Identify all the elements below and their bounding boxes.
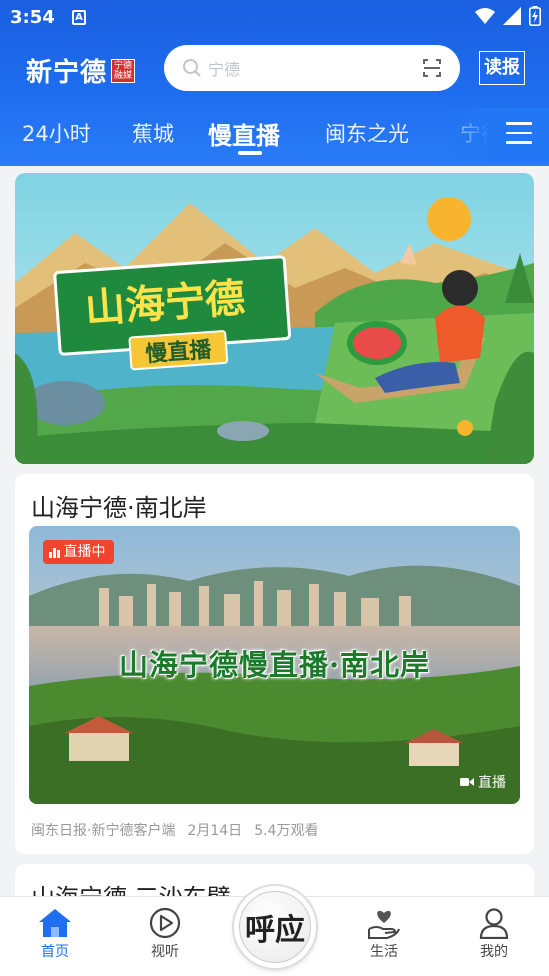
card-meta: 闽东日报·新宁德客户端 2月14日 5.4万观看 (31, 820, 318, 840)
video-thumbnail[interactable]: 直播中 山海宁德慢直播·南北岸 直播 (29, 526, 520, 804)
nav-home[interactable]: 首页 (20, 905, 90, 961)
live-badge-label: 直播中 (63, 544, 106, 560)
tab-24h[interactable]: 24小时 (22, 118, 91, 148)
nav-mine-label: 我的 (480, 944, 508, 960)
status-time: 3:54 (10, 7, 55, 28)
channel-menu-icon[interactable] (506, 122, 532, 144)
card-title[interactable]: 山海宁德·三沙东壁 (31, 878, 231, 896)
feed-area[interactable]: 山海宁德 慢直播 山海宁德·南北岸 直播中 山海宁德慢直播·南北岸 直播 闽东日… (0, 166, 549, 896)
scan-icon[interactable] (422, 58, 442, 78)
app-logo: 新宁德 宁德融媒 (26, 52, 136, 89)
status-bar: 3:54 A (0, 0, 549, 36)
video-type-badge: 直播 (460, 772, 506, 792)
nav-life[interactable]: 生活 (349, 905, 419, 961)
signal-icon (503, 7, 521, 25)
video-type-label: 直播 (478, 775, 506, 791)
notification-a-icon: A (72, 10, 86, 25)
nav-life-label: 生活 (370, 944, 398, 960)
active-tab-indicator (238, 151, 262, 155)
user-icon (479, 908, 509, 939)
home-icon (39, 909, 71, 937)
tab-slow-live[interactable]: 慢直播 (208, 116, 280, 151)
nav-home-label: 首页 (41, 944, 69, 960)
huying-center-button[interactable]: 呼应 (234, 886, 316, 968)
search-bar[interactable]: 宁德 (164, 45, 460, 91)
banner-subtitle: 慢直播 (145, 337, 214, 368)
play-circle-icon (149, 907, 181, 939)
live-status-badge: 直播中 (43, 540, 114, 564)
card-views: 5.4万观看 (254, 823, 319, 839)
logo-text: 新宁德 (26, 58, 108, 88)
app-header: 3:54 A 新宁德 宁德融媒 宁德 读报 24小时 蕉城 慢直播 闽东之光 宁… (0, 0, 549, 166)
battery-icon (529, 6, 541, 26)
nav-audiovisual[interactable]: 视听 (130, 905, 200, 961)
channel-tabs: 24小时 蕉城 慢直播 闽东之光 宁德 (0, 108, 549, 162)
search-icon (183, 59, 201, 77)
thumbnail-caption: 山海宁德慢直播·南北岸 (118, 648, 431, 682)
wifi-icon (475, 8, 495, 24)
banner-illustration: 山海宁德 慢直播 (15, 173, 534, 464)
camera-icon (460, 778, 474, 786)
slow-live-banner[interactable]: 山海宁德 慢直播 (15, 173, 534, 464)
hand-heart-icon (368, 910, 400, 939)
system-icons (475, 6, 541, 26)
card-title[interactable]: 山海宁德·南北岸 (31, 488, 207, 523)
tabs-fade (440, 108, 549, 162)
read-paper-button[interactable]: 读报 (479, 51, 525, 85)
nav-audiovisual-label: 视听 (151, 944, 179, 960)
live-card[interactable]: 山海宁德·南北岸 直播中 山海宁德慢直播·南北岸 直播 闽东日报·新宁德客户端 … (15, 474, 534, 854)
tab-jiaocheng[interactable]: 蕉城 (132, 118, 174, 148)
card-source: 闽东日报·新宁德客户端 (31, 823, 176, 839)
search-input[interactable]: 宁德 (208, 56, 422, 80)
tab-mindong-light[interactable]: 闽东之光 (325, 118, 409, 148)
card-date: 2月14日 (187, 823, 243, 839)
huying-center-icon: 呼应 (239, 891, 311, 963)
live-bars-icon (49, 546, 60, 558)
nav-mine[interactable]: 我的 (459, 905, 529, 961)
logo-seal: 宁德融媒 (111, 58, 136, 83)
